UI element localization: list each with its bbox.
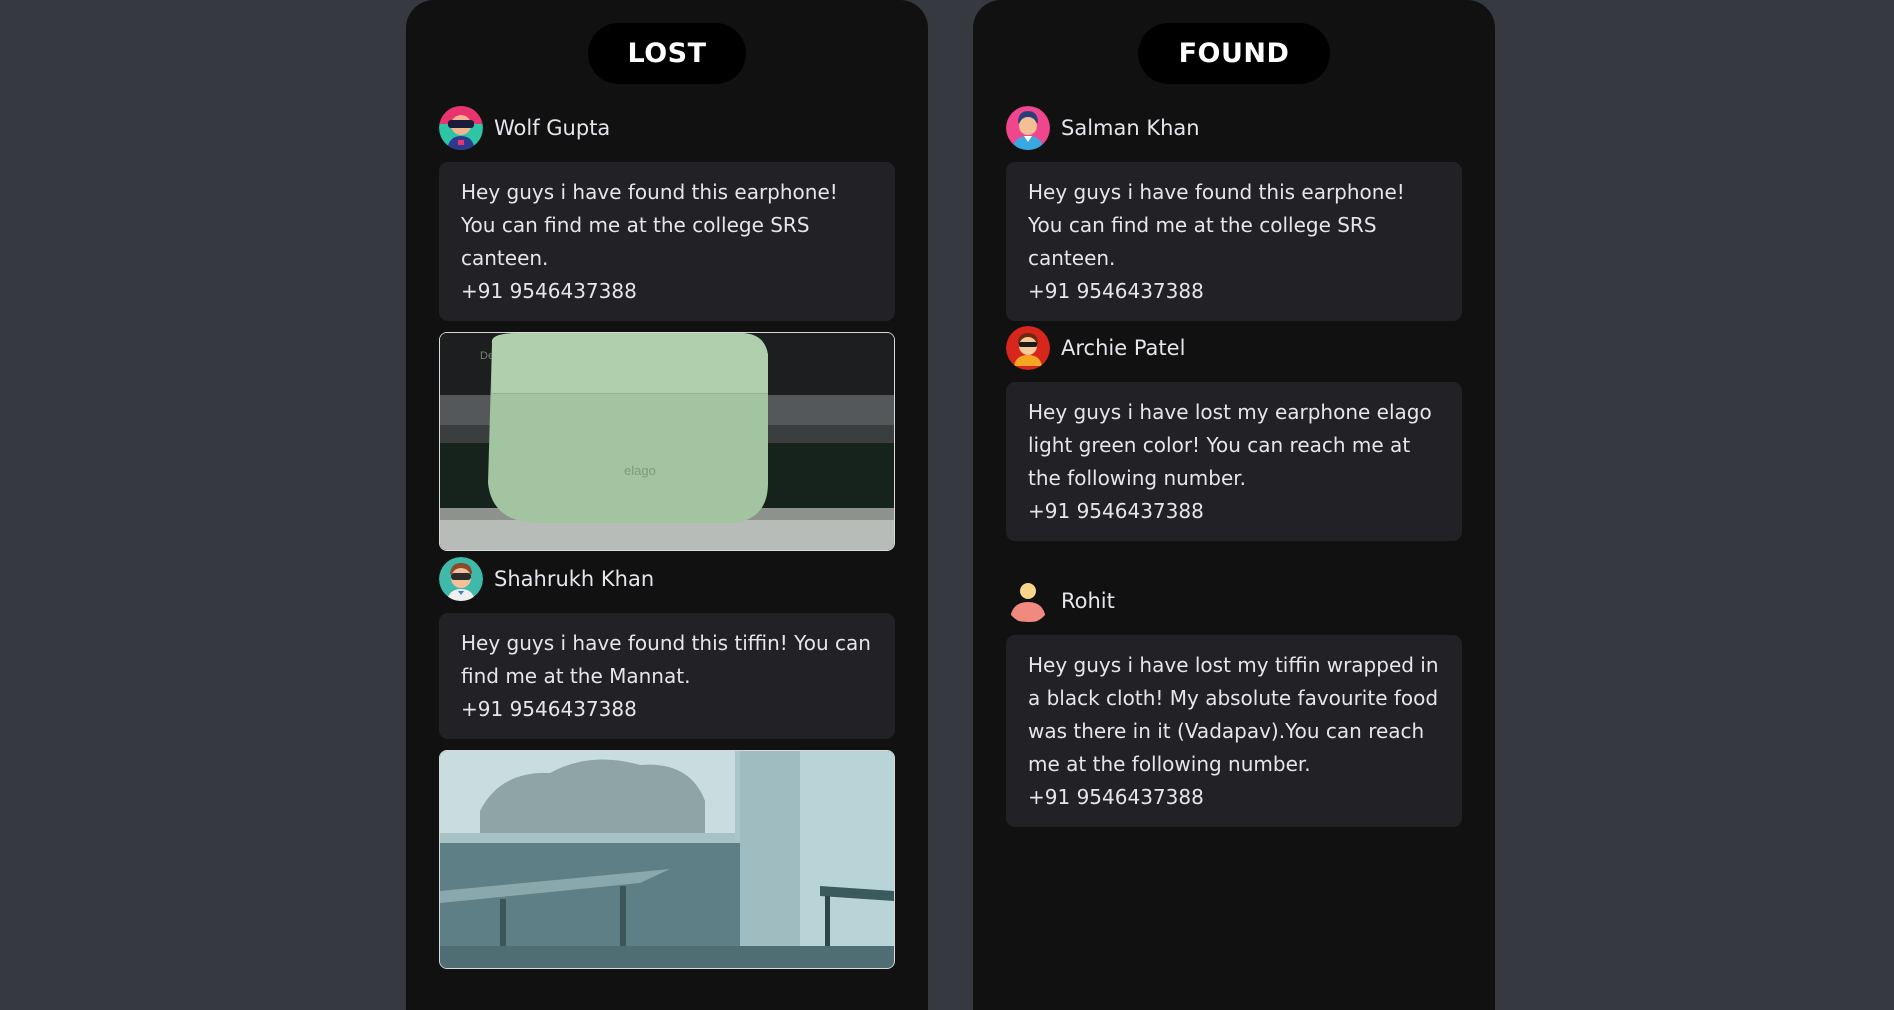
author-name[interactable]: Archie Patel xyxy=(1061,336,1185,360)
post-author[interactable]: Salman Khan xyxy=(1006,106,1462,150)
phone-number: +91 9546437388 xyxy=(461,697,637,721)
message-bubble: Hey guys i have found this earphone! You… xyxy=(1006,162,1462,321)
message-bubble: Hey guys i have found this tiffin! You c… xyxy=(439,613,895,739)
man-avatar-icon[interactable] xyxy=(1006,106,1050,150)
post-author[interactable]: Rohit xyxy=(1006,579,1462,623)
message-bubble: Hey guys i have lost my tiffin wrapped i… xyxy=(1006,635,1462,827)
phone-number: +91 9546437388 xyxy=(1028,279,1204,303)
green-earphone-case-photo[interactable]: De elago xyxy=(439,332,895,551)
post-author[interactable]: Wolf Gupta xyxy=(439,106,895,150)
author-name[interactable]: Wolf Gupta xyxy=(494,116,610,140)
post-author[interactable]: Archie Patel xyxy=(1006,326,1462,370)
post-card: Shahrukh Khan Hey guys i have found this… xyxy=(439,557,895,969)
message-text: Hey guys i have lost my tiffin wrapped i… xyxy=(1028,653,1439,776)
lost-column: LOST Wolf Gupta Hey guys i have found th… xyxy=(406,0,928,1010)
author-name[interactable]: Salman Khan xyxy=(1061,116,1200,140)
post-card: Archie Patel Hey guys i have lost my ear… xyxy=(1006,326,1462,541)
message-bubble: Hey guys i have found this earphone! You… xyxy=(439,162,895,321)
phone-number: +91 9546437388 xyxy=(1028,785,1204,809)
post-card: Wolf Gupta Hey guys i have found this ea… xyxy=(439,106,895,551)
post-card: Salman Khan Hey guys i have found this e… xyxy=(1006,106,1462,321)
message-text: Hey guys i have found this earphone! You… xyxy=(1028,180,1405,270)
sunglasses-avatar-icon[interactable] xyxy=(1006,326,1050,370)
message-text: Hey guys i have lost my earphone elago l… xyxy=(1028,400,1432,490)
author-name[interactable]: Shahrukh Khan xyxy=(494,567,654,591)
default-user-avatar-icon[interactable] xyxy=(1006,579,1050,623)
phone-number: +91 9546437388 xyxy=(461,279,637,303)
classroom-window-photo[interactable] xyxy=(439,750,895,969)
author-name[interactable]: Rohit xyxy=(1061,589,1115,613)
post-card: Rohit Hey guys i have lost my tiffin wra… xyxy=(1006,579,1462,827)
message-bubble: Hey guys i have lost my earphone elago l… xyxy=(1006,382,1462,541)
vr-headset-avatar-icon[interactable] xyxy=(439,557,483,601)
post-author[interactable]: Shahrukh Khan xyxy=(439,557,895,601)
found-column-title: FOUND xyxy=(1138,23,1330,84)
lost-column-title: LOST xyxy=(588,23,746,84)
gamer-avatar-icon[interactable] xyxy=(439,106,483,150)
message-text: Hey guys i have found this tiffin! You c… xyxy=(461,631,871,688)
photo-brand-text: elago xyxy=(624,463,656,478)
found-column: FOUND Salman Khan Hey guys i have found … xyxy=(973,0,1495,1010)
message-text: Hey guys i have found this earphone! You… xyxy=(461,180,838,270)
phone-number: +91 9546437388 xyxy=(1028,499,1204,523)
